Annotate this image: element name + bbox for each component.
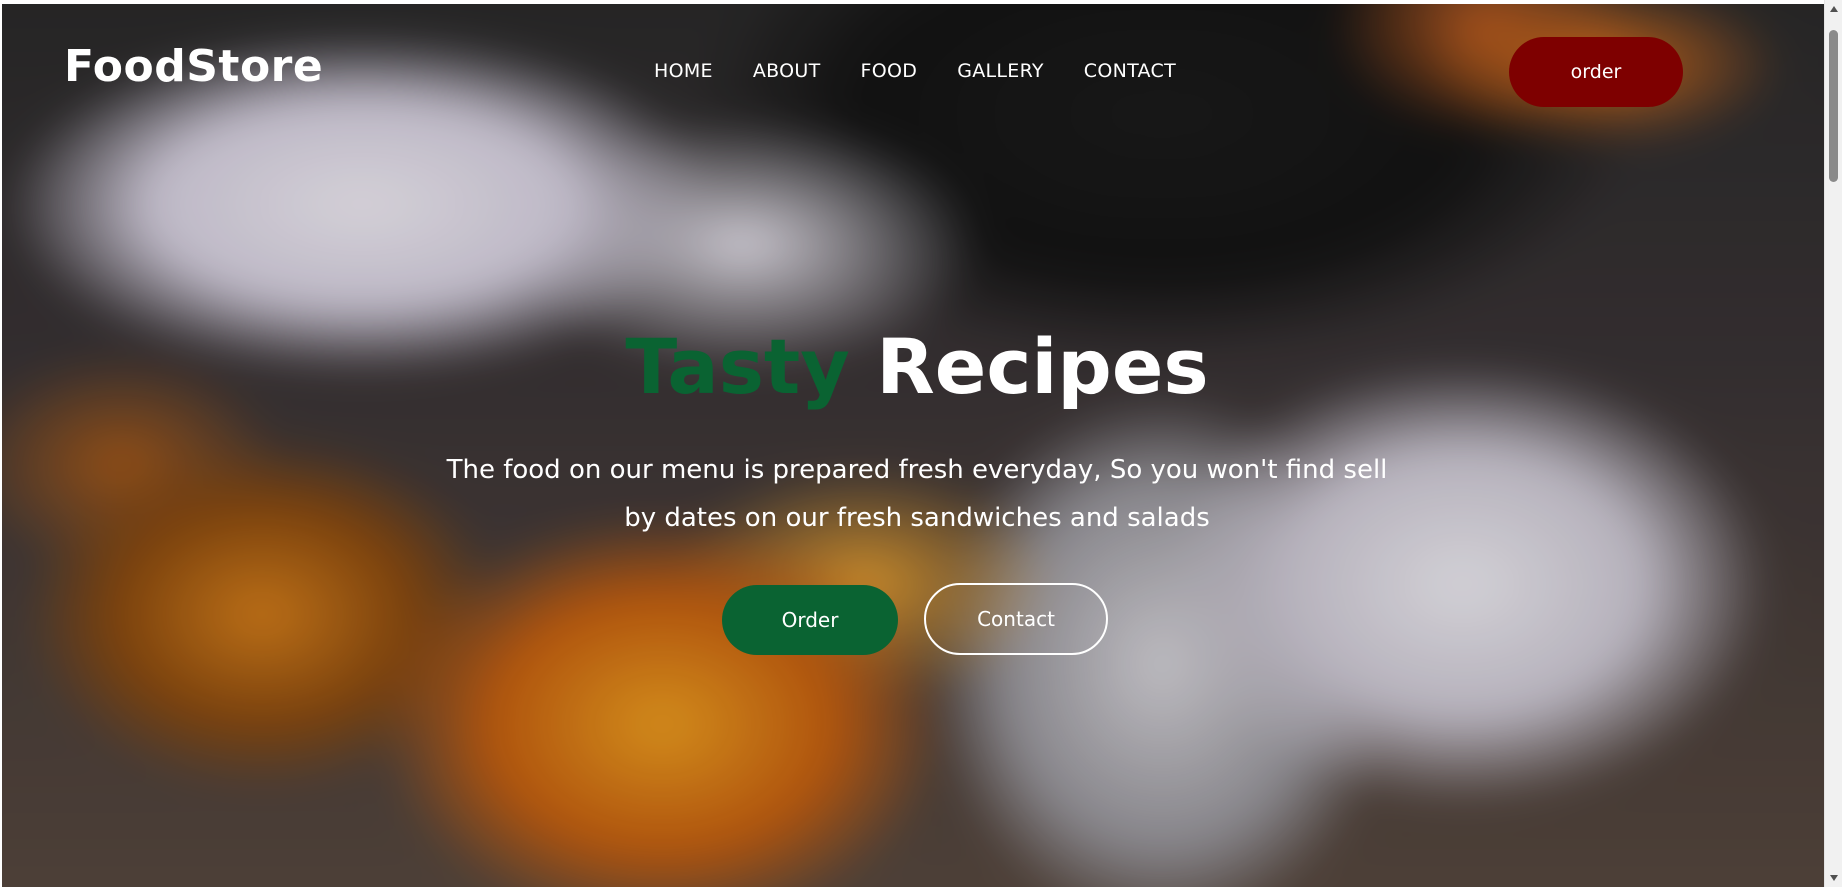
header-order-button[interactable]: order <box>1509 37 1683 107</box>
hero-contact-button[interactable]: Contact <box>924 583 1108 655</box>
headline-accent: Tasty <box>625 322 850 411</box>
vertical-scrollbar[interactable] <box>1824 0 1842 887</box>
scroll-down-arrow-icon[interactable] <box>1830 875 1838 881</box>
browser-viewport: FoodStore HOME ABOUT FOOD GALLERY CONTAC… <box>0 0 1842 887</box>
headline-rest: Recipes <box>876 322 1209 411</box>
scroll-up-arrow-icon[interactable] <box>1830 6 1838 12</box>
nav-item-contact[interactable]: CONTACT <box>1084 60 1176 82</box>
subtitle-line-2: by dates on our fresh sandwiches and sal… <box>624 503 1210 533</box>
hero-headline: Tasty Recipes <box>2 322 1824 412</box>
subtitle-line-1: The food on our menu is prepared fresh e… <box>446 455 1388 485</box>
hero-order-button[interactable]: Order <box>722 585 898 655</box>
nav-item-home[interactable]: HOME <box>654 60 713 82</box>
main-nav: HOME ABOUT FOOD GALLERY CONTACT <box>654 60 1176 82</box>
scrollbar-thumb[interactable] <box>1829 30 1838 182</box>
nav-item-food[interactable]: FOOD <box>861 60 918 82</box>
hero-subtitle: The food on our menu is prepared fresh e… <box>2 446 1824 542</box>
nav-item-gallery[interactable]: GALLERY <box>957 60 1044 82</box>
brand-logo[interactable]: FoodStore <box>64 41 323 92</box>
hero-section: FoodStore HOME ABOUT FOOD GALLERY CONTAC… <box>2 4 1824 887</box>
nav-item-about[interactable]: ABOUT <box>753 60 821 82</box>
